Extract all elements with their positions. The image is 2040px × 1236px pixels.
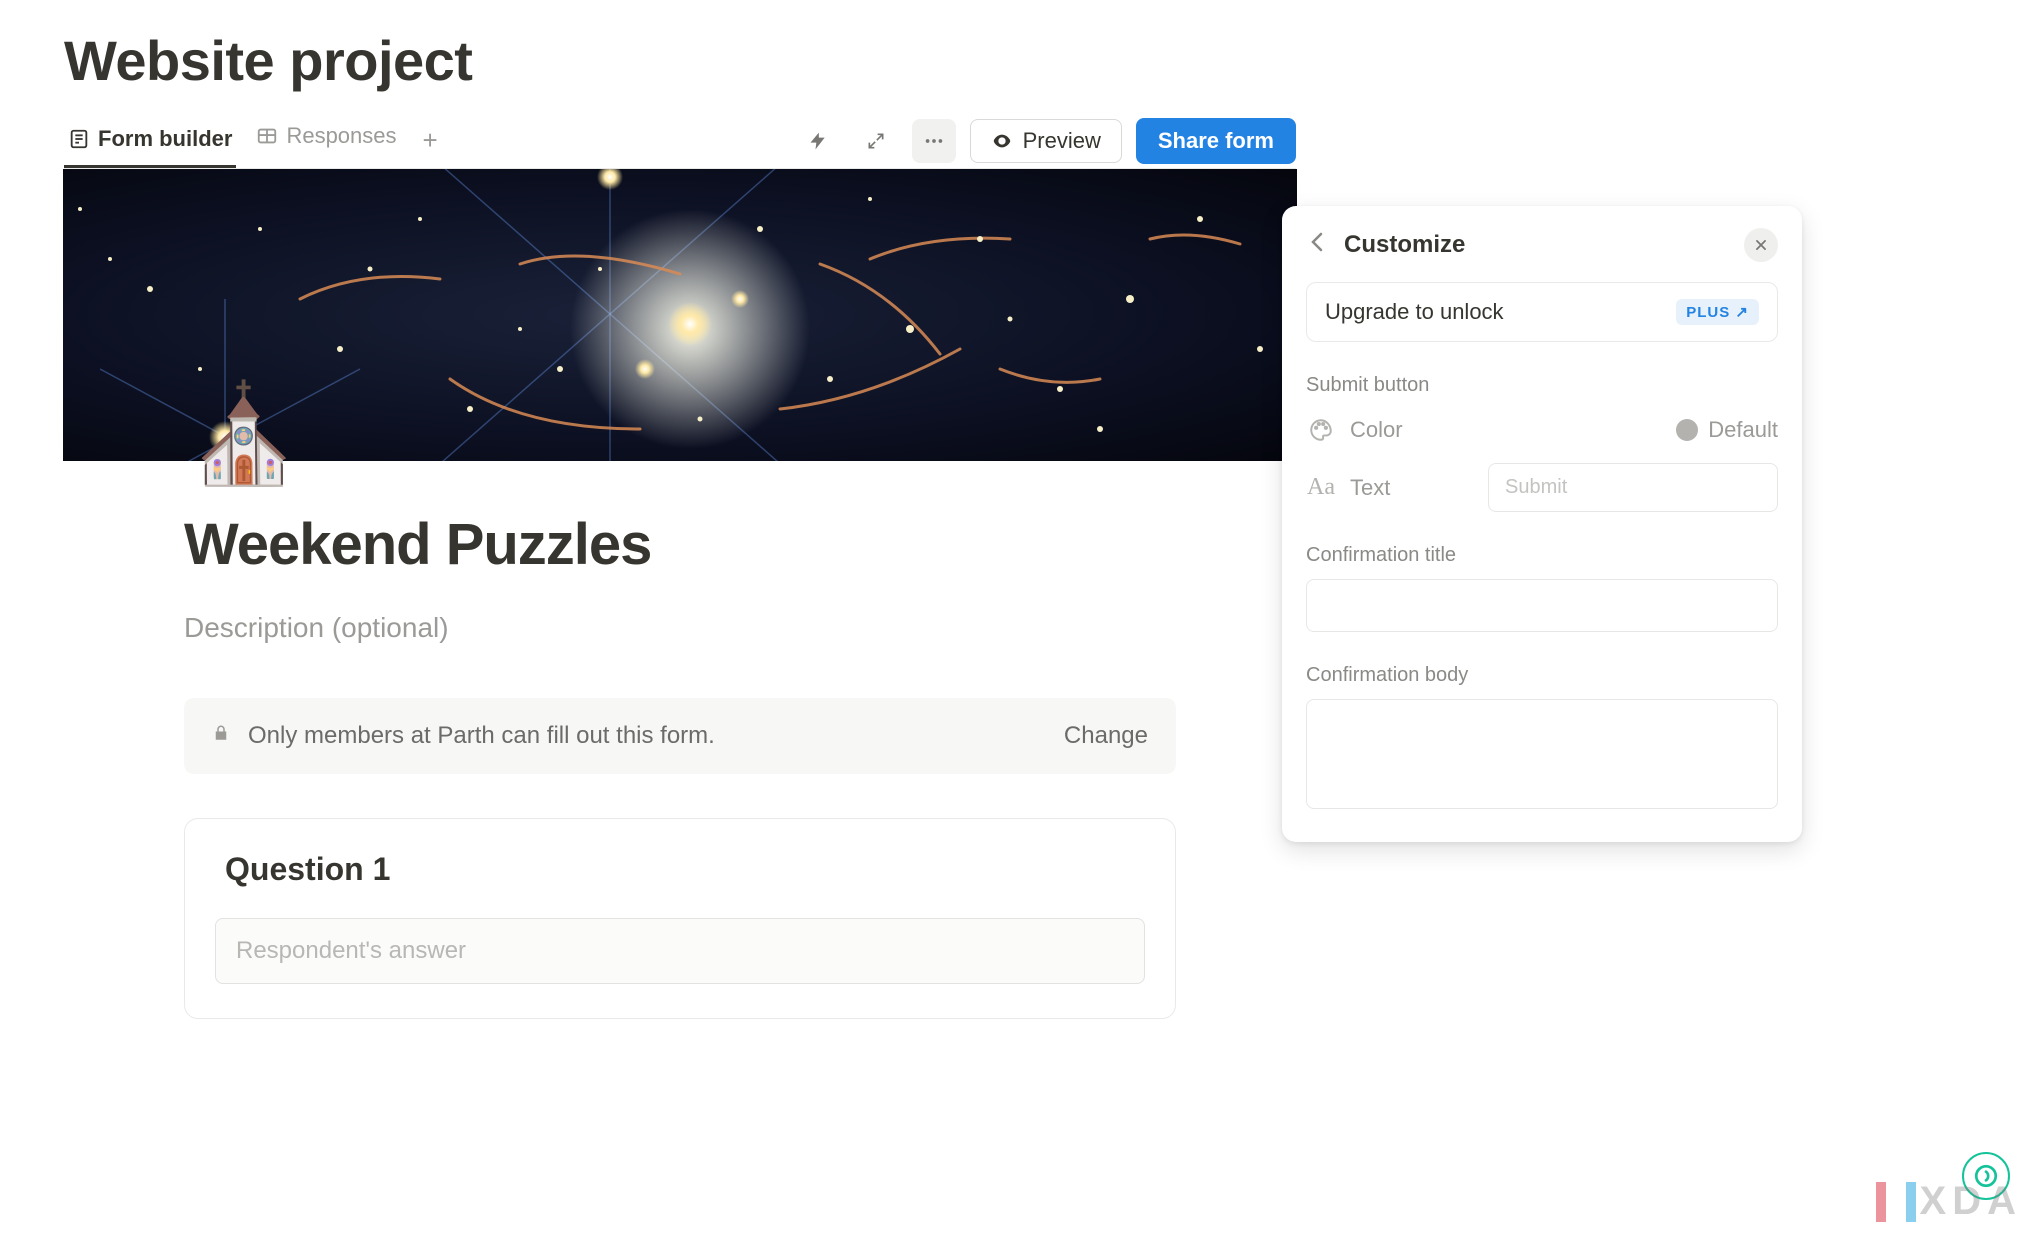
share-form-button[interactable]: Share form [1136,118,1296,164]
color-row[interactable]: Color Default [1306,417,1778,443]
color-label: Color [1350,417,1403,443]
toolbar: Preview Share form [796,118,1296,164]
panel-title: Customize [1344,231,1465,259]
text-row: Aa Text [1306,463,1778,512]
form-emoji[interactable]: ⛪ [184,387,1176,483]
confirmation-title-input[interactable] [1306,579,1778,632]
close-icon[interactable] [1744,228,1778,262]
submit-text-input[interactable] [1488,463,1778,512]
tab-form-builder-label: Form builder [98,126,232,152]
confirmation-body-label: Confirmation body [1306,664,1778,687]
question-card[interactable]: Question 1 [184,818,1176,1019]
question-title[interactable]: Question 1 [225,851,1145,888]
tab-responses-label: Responses [286,123,396,149]
submit-button-section-label: Submit button [1306,374,1778,397]
lightning-icon[interactable] [796,119,840,163]
expand-icon[interactable] [854,119,898,163]
color-swatch [1676,419,1698,441]
page-title: Website project [64,28,1296,93]
permissions-notice: Only members at Parth can fill out this … [184,698,1176,774]
typography-icon: Aa [1306,474,1336,501]
eye-icon [991,130,1013,152]
upgrade-button[interactable]: Upgrade to unlock PLUS ↗ [1306,282,1778,342]
plus-badge: PLUS ↗ [1676,299,1759,325]
upgrade-label: Upgrade to unlock [1325,299,1504,325]
tab-form-builder[interactable]: Form builder [64,113,236,168]
form-title[interactable]: Weekend Puzzles [184,511,1176,578]
form-description[interactable]: Description (optional) [184,612,1176,644]
watermark-logo-icon [1876,1182,1916,1222]
lock-icon [212,724,230,748]
confirmation-body-input[interactable] [1306,699,1778,809]
preview-button[interactable]: Preview [970,119,1122,163]
back-icon[interactable] [1306,230,1330,261]
watermark: XDA [1876,1179,2022,1224]
preview-label: Preview [1023,128,1101,154]
more-icon[interactable] [912,119,956,163]
form-icon [68,128,90,150]
answer-input[interactable] [215,918,1145,984]
customize-panel: Customize Upgrade to unlock PLUS ↗ Submi… [1282,206,1802,842]
change-permissions-button[interactable]: Change [1064,722,1148,750]
text-label: Text [1350,475,1390,501]
watermark-text: XDA [1920,1179,2022,1224]
tabs-row: Form builder Responses + Preview Share f… [64,113,1296,169]
permissions-notice-text: Only members at Parth can fill out this … [248,722,715,750]
confirmation-title-label: Confirmation title [1306,544,1778,567]
table-icon [256,125,278,147]
add-tab-button[interactable]: + [417,125,444,156]
tab-responses[interactable]: Responses [252,113,400,168]
color-value: Default [1708,417,1778,443]
palette-icon [1306,417,1336,443]
